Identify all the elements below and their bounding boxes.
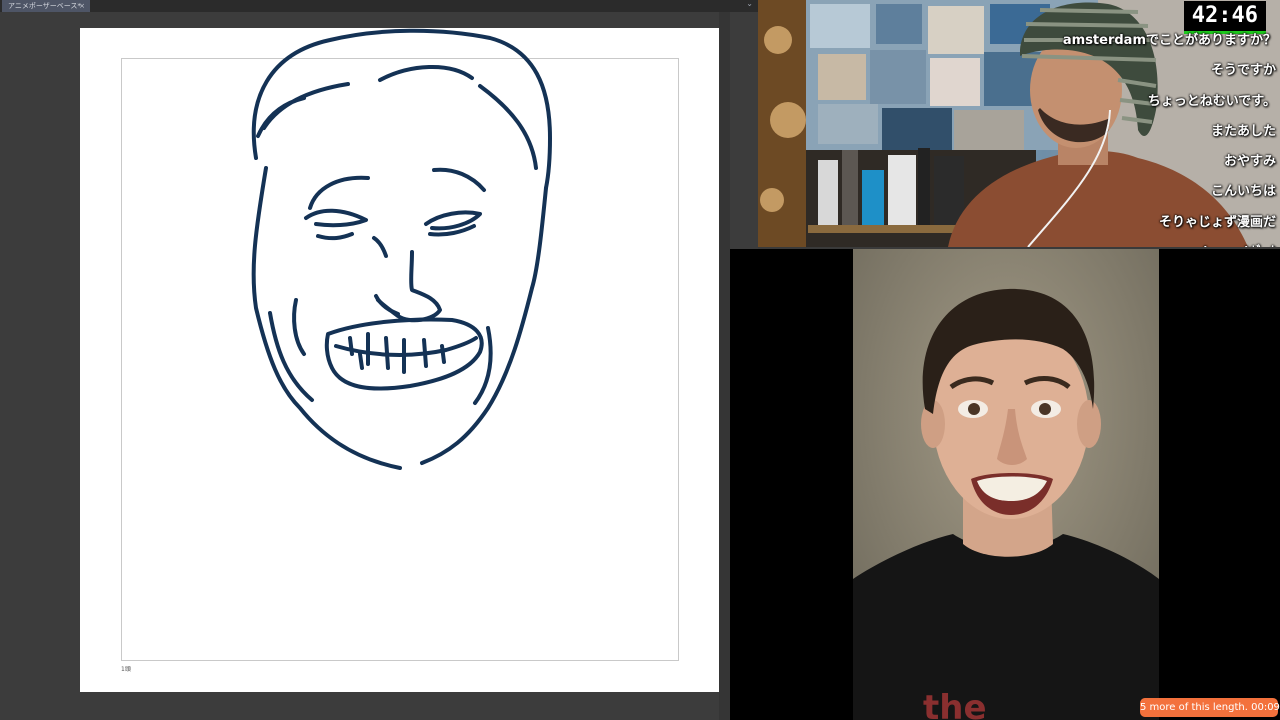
chat-message: ちょっとねむいです。 [1147, 93, 1276, 109]
sketch-smile-left [292, 298, 306, 356]
tab-bar: アニメポーザーベース* × ⌄ [0, 0, 758, 12]
sketch-brow-left [308, 175, 370, 210]
canvas-paper[interactable]: 1頭 [80, 28, 719, 692]
chat-message: そりゃじょず漫画だ [1158, 214, 1276, 230]
sketch-nose-bridge [372, 236, 388, 258]
chat-message: そうですか [1210, 63, 1276, 79]
sketch-hair-inner [256, 64, 538, 170]
chat-message: こんいちは [1210, 184, 1276, 200]
face-sketch [251, 28, 552, 470]
shirt-print: the [923, 688, 987, 720]
reference-photo: the [853, 249, 1159, 720]
chevron-down-icon[interactable]: ⌄ [746, 0, 753, 8]
document-tab-title: アニメポーザーベース* [8, 2, 81, 10]
sketch-nostril [374, 294, 400, 316]
sketch-jaw-left [268, 311, 314, 402]
sketch-face-left [251, 166, 402, 470]
chat-message: amsterdamでことがありますか？ [1062, 33, 1276, 48]
sketch-eye-left [304, 208, 368, 228]
sketch-brow-right [432, 167, 486, 192]
session-length-badge: 5 more of this length. 00:09 [1140, 698, 1280, 717]
document-tab[interactable]: アニメポーザーベース* × [2, 0, 90, 12]
chat-message: おやすみ [1223, 154, 1276, 170]
subject-ear-right [1077, 400, 1101, 448]
webcam-feed: 42:46 amsterdamでことがありますか？ そうですか ちょっとねむいで… [758, 0, 1280, 247]
drawing-app: アニメポーザーベース* × ⌄ 1頭 [0, 0, 758, 720]
close-tab-icon[interactable]: × [79, 0, 85, 12]
chat-message: またあした [1210, 123, 1276, 139]
panel-divider [719, 12, 730, 720]
chat-overlay: amsterdamでことがありますか？ そうですか ちょっとねむいです。 またあ… [1063, 26, 1276, 247]
sketch-eye-left-lower [316, 232, 354, 241]
reference-portrait: the [853, 249, 1159, 720]
subject-shirt [853, 534, 1159, 720]
reference-panel: the [730, 249, 1280, 720]
chat-message: ( ･ - ･ )ﾎﾞｰｸ [1063, 238, 1276, 247]
